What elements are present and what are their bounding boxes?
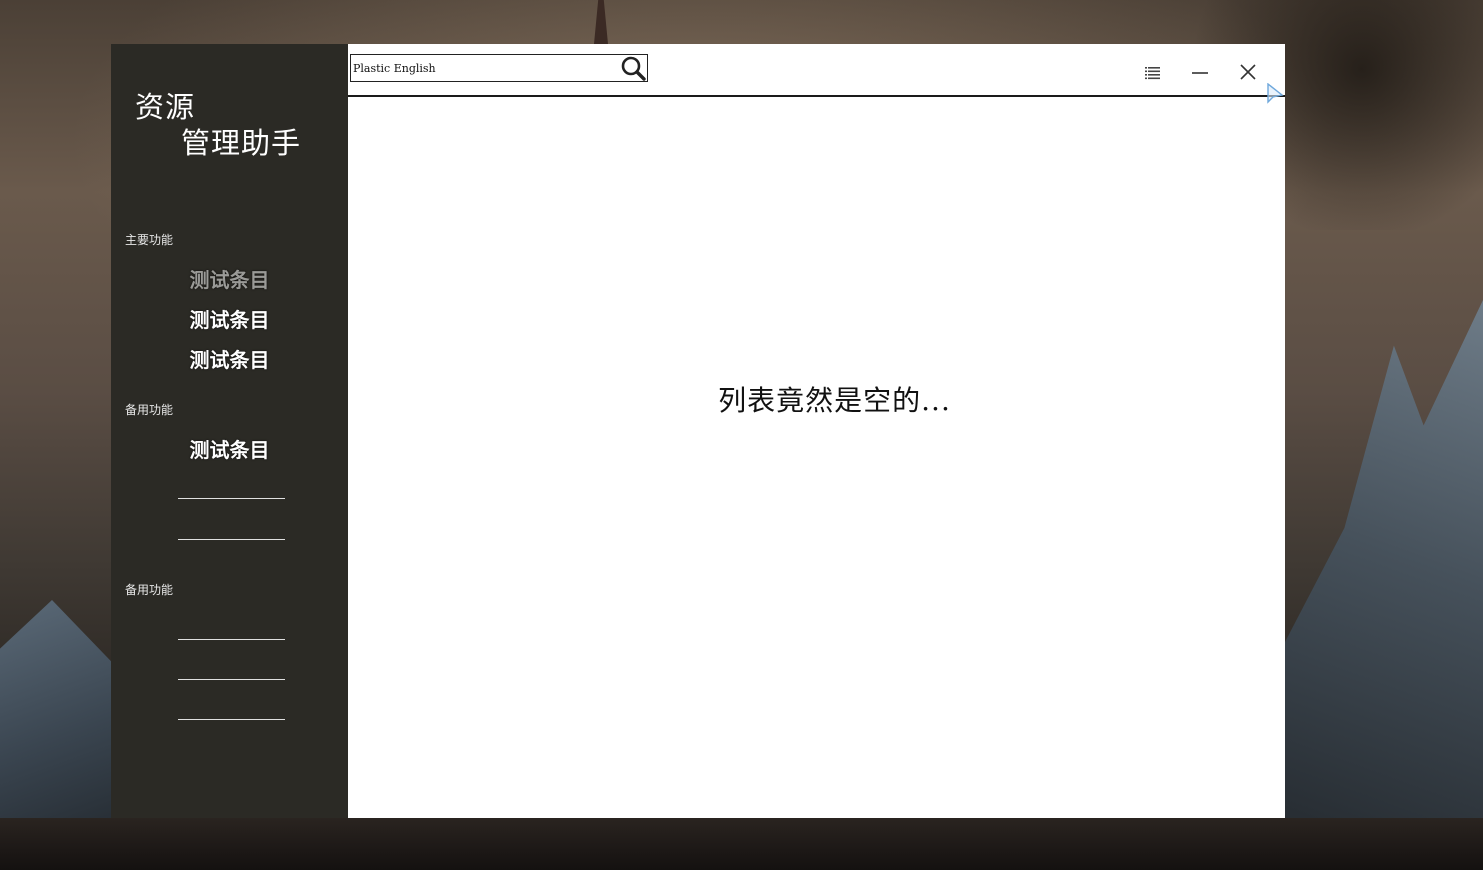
search-box — [350, 54, 648, 82]
nav-item-test-3[interactable]: 测试条目 — [111, 345, 348, 375]
app-title-line-2: 管理助手 — [181, 126, 302, 160]
search-icon[interactable] — [619, 55, 647, 81]
minimize-icon[interactable] — [1189, 62, 1211, 82]
list-menu-icon[interactable] — [1142, 62, 1164, 82]
nav-item-placeholder-1[interactable] — [178, 498, 285, 499]
nav-item-placeholder-3[interactable] — [178, 639, 285, 640]
close-icon[interactable] — [1237, 62, 1259, 82]
sidebar: 资源 管理助手 主要功能 测试条目 测试条目 测试条目 备用功能 测试条目 备用… — [111, 44, 348, 818]
section-label-main: 主要功能 — [125, 233, 174, 247]
section-label-backup-2: 备用功能 — [125, 583, 174, 597]
nav-item-placeholder-5[interactable] — [178, 719, 285, 720]
search-input[interactable] — [353, 58, 613, 78]
nav-item-placeholder-2[interactable] — [178, 539, 285, 540]
nav-item-placeholder-4[interactable] — [178, 679, 285, 680]
section-label-backup-1: 备用功能 — [125, 403, 174, 417]
empty-list-message: 列表竟然是空的... — [718, 384, 951, 417]
mouse-cursor-icon — [1266, 82, 1284, 105]
background-spire — [594, 0, 608, 44]
top-bar — [348, 44, 1285, 97]
nav-item-test-1[interactable]: 测试条目 — [111, 265, 348, 295]
background-ground — [0, 818, 1483, 870]
nav-item-backup-test[interactable]: 测试条目 — [111, 435, 348, 465]
content-panel: 列表竟然是空的... — [348, 44, 1285, 818]
nav-item-test-2[interactable]: 测试条目 — [111, 305, 348, 335]
